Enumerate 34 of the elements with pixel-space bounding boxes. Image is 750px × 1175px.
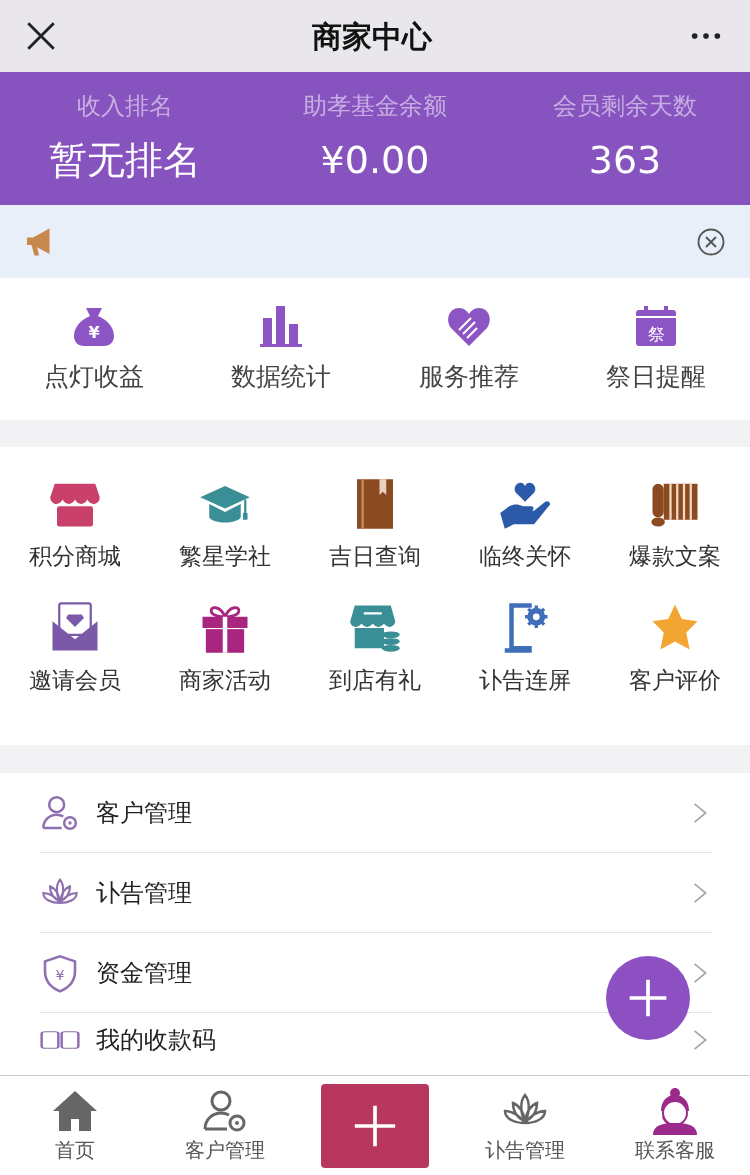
quick-menu-item[interactable]: 服务推荐 <box>418 302 519 396</box>
menu-row[interactable]: 讣告管理 <box>40 853 712 933</box>
tab-item[interactable]: 首页 <box>51 1086 99 1165</box>
squares-icon <box>40 1031 80 1049</box>
stat-label: 助孝基金余额 <box>303 91 447 122</box>
quick-menu-item[interactable]: 祭 祭日提醒 <box>606 302 707 396</box>
close-icon[interactable] <box>24 19 58 53</box>
menu-row[interactable]: 客户管理 <box>40 773 712 853</box>
quick-menu-item[interactable]: 数据统计 <box>231 302 332 396</box>
stat-label: 收入排名 <box>77 91 173 122</box>
stat-label: 会员剩余天数 <box>553 91 697 122</box>
tab-item[interactable]: 联系客服 <box>635 1086 715 1165</box>
stat-value: 363 <box>588 137 662 184</box>
close-icon[interactable] <box>696 226 726 257</box>
feature-item[interactable]: 吉日查询 <box>300 477 450 601</box>
tab-item[interactable]: 讣告管理 <box>485 1086 565 1165</box>
page-title: 商家中心 <box>312 17 432 56</box>
feature-item[interactable]: 爆款文案 <box>600 477 750 601</box>
tab-item[interactable]: 客户管理 <box>185 1086 265 1165</box>
stat-value: ¥0.00 <box>320 137 430 184</box>
support-agent-icon <box>651 1086 699 1135</box>
stat-value: 暂无排名 <box>49 137 201 184</box>
feature-item[interactable]: 临终关怀 <box>450 477 600 601</box>
feature-item[interactable]: 到店有礼 <box>300 601 450 725</box>
menu-row[interactable]: 我的收款码 <box>40 1013 712 1067</box>
feature-item[interactable]: 讣告连屏 <box>450 601 600 725</box>
feature-item[interactable]: 商家活动 <box>150 601 300 725</box>
add-button[interactable] <box>321 1083 429 1168</box>
quick-menu-item[interactable]: ¥ 点灯收益 <box>43 302 144 396</box>
feature-item[interactable]: 客户评价 <box>600 601 750 725</box>
feature-item[interactable]: 积分商城 <box>0 477 150 601</box>
feature-item[interactable]: 繁星学社 <box>150 477 300 601</box>
feature-item[interactable]: 邀请会员 <box>0 601 150 725</box>
plus-icon <box>353 1103 397 1148</box>
